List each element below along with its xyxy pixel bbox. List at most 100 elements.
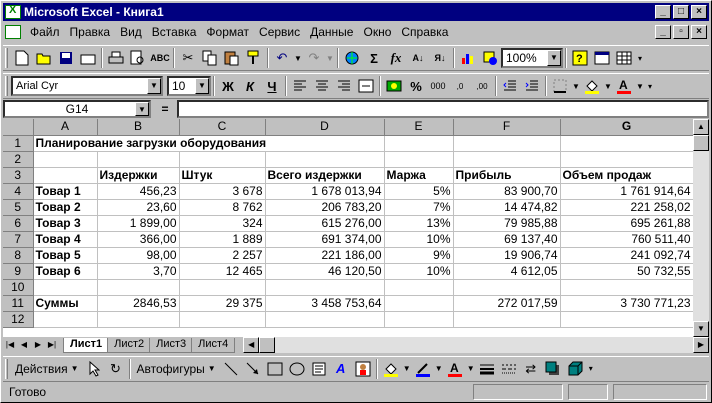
zoom-select[interactable]: 100% ▼ [501,48,563,68]
cell[interactable]: 221 258,02 [560,199,694,216]
borders-icon[interactable] [549,75,571,97]
close-button[interactable]: × [691,5,707,19]
toolbar-more-icon[interactable]: ▾ [645,75,655,97]
cell[interactable] [384,151,454,168]
menu-tools[interactable]: Сервис [254,25,305,39]
row-header[interactable]: 10 [3,279,34,296]
italic-button[interactable]: К [239,75,261,97]
cell[interactable]: 1 899,00 [97,215,180,232]
minimize-button[interactable]: _ [655,5,671,19]
paste-icon[interactable] [221,47,243,69]
cut-icon[interactable]: ✂ [177,47,199,69]
spelling-icon[interactable]: ABC [149,47,171,69]
cell[interactable]: 695 261,88 [560,215,694,232]
last-sheet-icon[interactable]: ▶| [45,338,59,352]
scroll-down-icon[interactable]: ▼ [693,321,709,337]
cell[interactable] [384,311,454,328]
cell[interactable] [384,135,454,152]
cell[interactable]: 3 678 [179,183,266,200]
cell[interactable]: Товар 3 [33,215,98,232]
header-cell[interactable]: Объем продаж [560,167,694,184]
cell[interactable]: 366,00 [97,231,180,248]
cell[interactable]: Товар 4 [33,231,98,248]
align-left-icon[interactable] [289,75,311,97]
fill-dropdown-icon[interactable]: ▼ [402,358,412,380]
cell[interactable]: 83 900,70 [453,183,561,200]
thousands-button[interactable]: 000 [427,75,449,97]
cell[interactable]: 221 186,00 [265,247,385,264]
horizontal-scroll-thumb[interactable] [259,337,276,353]
cell[interactable]: 1 761 914,64 [560,183,694,200]
wordart-icon[interactable]: A [330,358,352,380]
bold-button[interactable]: Ж [217,75,239,97]
cell[interactable]: 2846,53 [97,295,180,312]
column-header-g[interactable]: G [560,119,694,136]
copy-icon[interactable] [199,47,221,69]
row-header[interactable]: 3 [3,167,34,184]
cell[interactable] [384,279,454,296]
cell[interactable] [265,311,385,328]
menu-edit[interactable]: Правка [65,25,116,39]
formula-equals[interactable]: = [155,102,175,116]
rectangle-icon[interactable] [264,358,286,380]
cell[interactable]: 13% [384,215,454,232]
sort-desc-icon[interactable]: Я↓ [429,47,451,69]
menu-window[interactable]: Окно [358,25,396,39]
cell[interactable]: 2 257 [179,247,266,264]
select-all-corner[interactable] [3,119,34,136]
merge-center-icon[interactable] [355,75,377,97]
column-header-b[interactable]: B [97,119,180,136]
cell[interactable] [179,311,266,328]
cell[interactable] [33,167,98,184]
cell[interactable]: 206 783,20 [265,199,385,216]
select-pointer-icon[interactable] [83,358,105,380]
cell[interactable] [33,151,98,168]
chevron-down-icon[interactable]: ▼ [147,78,161,94]
sort-asc-icon[interactable]: A↓ [407,47,429,69]
mail-icon[interactable] [77,47,99,69]
row-header[interactable]: 4 [3,183,34,200]
title-bar[interactable]: Microsoft Excel - Книга1 _ □ × [3,3,709,21]
toolbar-more-icon[interactable]: ▾ [586,358,596,380]
row-header[interactable]: 2 [3,151,34,168]
oval-icon[interactable] [286,358,308,380]
cell[interactable]: Товар 2 [33,199,98,216]
header-cell[interactable]: Издержки [97,167,180,184]
cell[interactable] [97,311,180,328]
dash-style-icon[interactable] [498,358,520,380]
chevron-down-icon[interactable]: ▼ [195,78,209,94]
doc-restore-button[interactable]: ▫ [673,25,689,39]
sheet-title[interactable]: Планирование загрузки оборудования [33,135,385,152]
undo-dropdown-icon[interactable]: ▼ [293,47,303,69]
align-right-icon[interactable] [333,75,355,97]
format-painter-icon[interactable] [243,47,265,69]
redo-icon[interactable]: ↷ [303,47,325,69]
column-header-d[interactable]: D [265,119,385,136]
workbook-icon[interactable] [5,25,21,39]
cell[interactable]: Товар 1 [33,183,98,200]
borders-dropdown-icon[interactable]: ▼ [571,75,581,97]
font-size-select[interactable]: 10 ▼ [167,76,211,96]
scroll-left-icon[interactable]: ◀ [243,337,260,353]
cell[interactable] [265,279,385,296]
cell[interactable]: 1 889 [179,231,266,248]
row-header[interactable]: 1 [3,135,34,152]
row-header[interactable]: 6 [3,215,34,232]
cell[interactable]: 3 458 753,64 [265,295,385,312]
align-center-icon[interactable] [311,75,333,97]
textbox-icon[interactable] [308,358,330,380]
cell[interactable] [453,279,561,296]
autosum-icon[interactable]: Σ [363,47,385,69]
tab-sheet4[interactable]: Лист4 [191,337,236,353]
cell[interactable]: 456,23 [97,183,180,200]
first-sheet-icon[interactable]: |◀ [3,338,17,352]
print-icon[interactable] [105,47,127,69]
cell[interactable]: 1 678 013,94 [265,183,385,200]
cell[interactable]: Товар 5 [33,247,98,264]
toolbar-grip[interactable] [5,48,8,68]
cell[interactable]: 7% [384,199,454,216]
fill-dropdown-icon[interactable]: ▼ [603,75,613,97]
arrow-icon[interactable] [242,358,264,380]
toolbar-grip[interactable] [5,358,8,379]
chevron-down-icon[interactable]: ▼ [135,102,149,116]
